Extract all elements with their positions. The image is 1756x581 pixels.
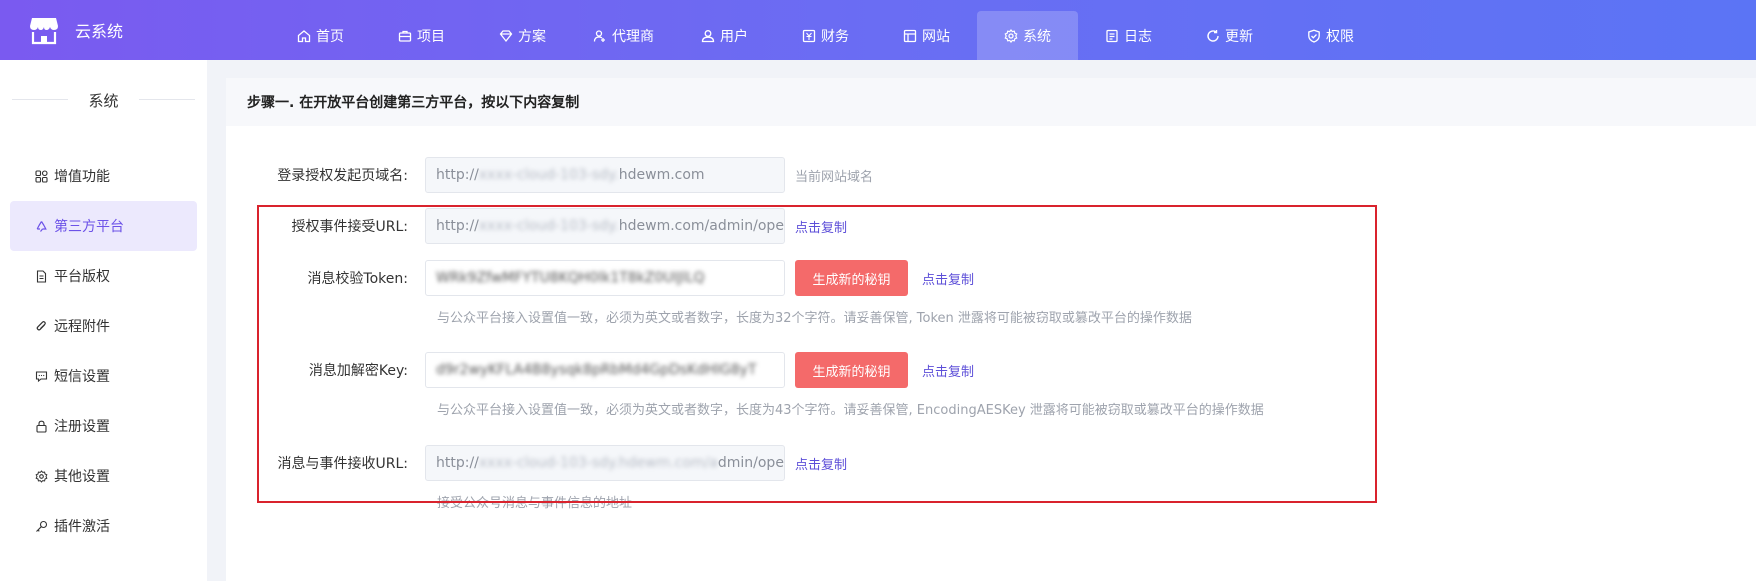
refresh-icon <box>1206 29 1220 43</box>
domain-input[interactable]: http:// xxxx-cloud-103-sdy. hdewm.com <box>425 157 785 193</box>
nav-home[interactable]: 首页 <box>270 11 371 60</box>
redacted-text: xxxx-cloud-103-sdy.hdewm.com/a <box>478 455 718 471</box>
auth-url-copy-link[interactable]: 点击复制 <box>795 217 847 236</box>
sidebar-item-third-party[interactable]: 第三方平台 <box>10 201 197 251</box>
main-nav: 首页 项目 方案 代理商 用户 财务 网站 系统 日志 更新 权限 <box>270 11 1381 60</box>
auth-url-label: 授权事件接受URL: <box>291 219 409 235</box>
sidebar-item-remote-attachments[interactable]: 远程附件 <box>10 301 197 351</box>
msg-url-label: 消息与事件接收URL: <box>277 456 409 472</box>
row-msg-url: 消息与事件接收URL: http:// xxxx-cloud-103-sdy.h… <box>226 445 847 481</box>
row-auth-url: 授权事件接受URL: http:// xxxx-cloud-103-sdy. h… <box>226 208 847 244</box>
auth-url-input[interactable]: http:// xxxx-cloud-103-sdy. hdewm.com/ad… <box>425 208 785 244</box>
domain-hint: 当前网站域名 <box>795 169 874 185</box>
token-label: 消息校验Token: <box>307 271 408 287</box>
recycle-icon <box>35 220 48 233</box>
nav-finance[interactable]: 财务 <box>775 11 876 60</box>
nav-website[interactable]: 网站 <box>876 11 977 60</box>
agent-icon <box>593 29 607 43</box>
website-icon <box>903 29 917 43</box>
redacted-text: WRk9ZfwMFYTU8KQH0lk1T8kZ0UIJlLQ <box>436 270 705 286</box>
paperclip-icon <box>35 320 48 333</box>
nav-plans[interactable]: 方案 <box>472 11 573 60</box>
row-aes-key: 消息加解密Key: d9r2wyKFLA4B8ysqk8pRbMd4GpDsKd… <box>226 352 974 388</box>
sidebar-item-registration[interactable]: 注册设置 <box>10 401 197 451</box>
document-icon <box>35 269 48 283</box>
main-panel: 步骤一. 在开放平台创建第三方平台，按以下内容复制 登录授权发起页域名: htt… <box>226 78 1756 581</box>
gear-icon <box>1004 28 1018 43</box>
nav-users[interactable]: 用户 <box>674 11 775 60</box>
brand[interactable]: 云系统 <box>28 14 123 46</box>
token-input[interactable]: WRk9ZfwMFYTU8KQH0lk1T8kZ0UIJlLQ <box>425 260 785 296</box>
sidebar: 系统 增值功能 第三方平台 平台版权 远程附件 短信设置 注册设置 其他设置 插… <box>0 60 207 581</box>
sidebar-item-plugin-activation[interactable]: 插件激活 <box>10 501 197 551</box>
aes-key-copy-link[interactable]: 点击复制 <box>922 361 974 380</box>
shield-icon <box>1307 29 1321 43</box>
nav-logs[interactable]: 日志 <box>1078 11 1179 60</box>
log-icon <box>1105 29 1119 43</box>
nav-update[interactable]: 更新 <box>1179 11 1280 60</box>
settings-icon <box>35 469 48 483</box>
domain-label: 登录授权发起页域名: <box>277 168 408 184</box>
redacted-text: xxxx-cloud-103-sdy. <box>478 218 619 234</box>
sidebar-item-other-settings[interactable]: 其他设置 <box>10 451 197 501</box>
redacted-text: d9r2wyKFLA4B8ysqk8pRbMd4GpDsKdHIG8yT <box>436 362 757 378</box>
step-title: 步骤一. 在开放平台创建第三方平台，按以下内容复制 <box>226 78 1756 126</box>
token-generate-button[interactable]: 生成新的秘钥 <box>795 260 908 296</box>
aes-key-label: 消息加解密Key: <box>308 363 408 379</box>
sidebar-item-copyright[interactable]: 平台版权 <box>10 251 197 301</box>
msg-url-help-text: 接受公众号消息与事件信息的地址 <box>437 496 633 511</box>
lock-icon <box>35 420 48 433</box>
token-help-text: 与公众平台接入设置值一致，必须为英文或者数字，长度为32个字符。请妥善保管, T… <box>437 311 1192 326</box>
sidebar-title: 系统 <box>0 88 207 112</box>
briefcase-icon <box>398 29 412 43</box>
user-icon <box>701 29 715 43</box>
nav-permissions[interactable]: 权限 <box>1280 11 1381 60</box>
app-title: 云系统 <box>75 22 124 41</box>
row-domain: 登录授权发起页域名: http:// xxxx-cloud-103-sdy. h… <box>226 157 873 193</box>
row-token: 消息校验Token: WRk9ZfwMFYTU8KQH0lk1T8kZ0UIJl… <box>226 260 974 296</box>
token-copy-link[interactable]: 点击复制 <box>922 269 974 288</box>
aes-key-generate-button[interactable]: 生成新的秘钥 <box>795 352 908 388</box>
nav-projects[interactable]: 项目 <box>371 11 472 60</box>
key-icon <box>35 520 48 533</box>
msg-url-input[interactable]: http:// xxxx-cloud-103-sdy.hdewm.com/a d… <box>425 445 785 481</box>
aes-key-help-text: 与公众平台接入设置值一致，必须为英文或者数字，长度为43个字符。请妥善保管, E… <box>437 403 1264 418</box>
finance-icon <box>802 29 816 43</box>
sidebar-item-value-added[interactable]: 增值功能 <box>10 151 197 201</box>
sidebar-menu: 增值功能 第三方平台 平台版权 远程附件 短信设置 注册设置 其他设置 插件激活 <box>10 151 197 551</box>
message-icon <box>35 370 48 383</box>
sidebar-item-sms[interactable]: 短信设置 <box>10 351 197 401</box>
store-logo-icon <box>28 14 60 46</box>
diamond-icon <box>499 29 513 43</box>
top-navbar: 云系统 首页 项目 方案 代理商 用户 财务 网站 系统 日志 更新 权限 <box>0 0 1756 60</box>
aes-key-input[interactable]: d9r2wyKFLA4B8ysqk8pRbMd4GpDsKdHIG8yT <box>425 352 785 388</box>
nav-system[interactable]: 系统 <box>977 11 1078 60</box>
nav-agents[interactable]: 代理商 <box>573 11 674 60</box>
home-icon <box>297 29 311 43</box>
grid-icon <box>35 169 48 183</box>
redacted-text: xxxx-cloud-103-sdy. <box>478 167 619 183</box>
msg-url-copy-link[interactable]: 点击复制 <box>795 454 847 473</box>
